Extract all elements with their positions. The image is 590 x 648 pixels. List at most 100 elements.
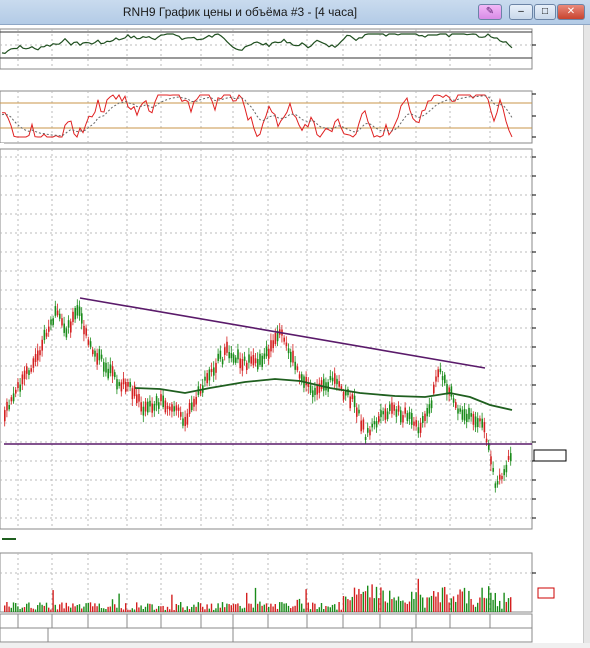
close-icon[interactable]: ✕: [557, 4, 585, 20]
candle-body: [129, 382, 131, 388]
candle-body: [496, 481, 499, 485]
volume-bar: [477, 602, 479, 612]
volume-bar: [6, 602, 8, 612]
candle-body: [32, 358, 35, 368]
candle-body: [118, 382, 120, 386]
volume-bar: [65, 602, 67, 612]
volume-bar: [488, 586, 490, 612]
vertical-scrollbar[interactable]: [583, 25, 590, 643]
volume-bar: [303, 608, 305, 612]
volume-bar: [364, 591, 367, 612]
candle-body: [39, 350, 41, 356]
pin-icon[interactable]: ✎: [478, 4, 502, 20]
volume-bar: [107, 606, 109, 612]
candle-body: [415, 420, 417, 427]
volume-bar: [19, 609, 21, 612]
candle-body: [195, 396, 197, 405]
candle-body: [441, 376, 444, 381]
candle-body: [85, 328, 87, 336]
candle-body: [474, 416, 477, 428]
volume-bar: [153, 609, 155, 612]
volume-bar: [114, 604, 116, 612]
candle-body: [470, 413, 472, 417]
volume-bar: [136, 602, 138, 612]
maximize-icon[interactable]: □: [534, 4, 556, 20]
candle-body: [492, 468, 494, 472]
candle-body: [292, 350, 294, 363]
candle-body: [92, 349, 94, 355]
candle-body: [351, 394, 354, 400]
candle-body: [138, 394, 140, 402]
candle-body: [213, 367, 215, 376]
volume-bar: [94, 603, 96, 612]
chart-canvas[interactable]: [0, 25, 583, 643]
volume-bar: [494, 592, 496, 612]
volume-bar: [358, 588, 360, 612]
candle-body: [12, 393, 15, 402]
volume-bar: [85, 603, 87, 612]
volume-bar: [96, 606, 98, 612]
volume-bar: [285, 603, 287, 612]
volume-bar: [162, 605, 164, 612]
volume-bar: [342, 595, 345, 612]
candle-body: [83, 325, 85, 335]
volume-bar: [301, 603, 303, 612]
volume-bar: [138, 607, 140, 612]
volume-bar: [446, 594, 448, 612]
volume-bar: [389, 590, 391, 612]
volume-bar: [287, 605, 290, 612]
candle-body: [193, 398, 195, 407]
candle-body: [485, 438, 488, 443]
volume-bar: [380, 587, 382, 612]
volume-bar: [259, 601, 261, 612]
candle-body: [228, 351, 230, 359]
volume-bar: [507, 598, 510, 612]
volume-bar: [120, 608, 122, 612]
volume-bar: [356, 594, 358, 612]
candle-body: [19, 384, 21, 392]
candle-body: [180, 412, 182, 417]
candle-body: [287, 348, 290, 354]
candle-body: [208, 369, 211, 381]
volume-bar: [367, 585, 369, 612]
volume-bar: [452, 596, 455, 612]
volume-bar: [472, 604, 474, 612]
volume-bar: [15, 603, 17, 612]
minimize-icon[interactable]: –: [509, 4, 533, 20]
volume-bar: [325, 605, 327, 612]
volume-bar: [41, 604, 43, 612]
candle-body: [230, 352, 233, 359]
volume-bar: [26, 603, 28, 612]
volume-bar: [129, 609, 131, 612]
candle-body: [369, 429, 371, 436]
volume-bar: [281, 602, 283, 612]
volume-bar: [219, 607, 221, 612]
candle-body: [329, 375, 332, 380]
candle-body: [204, 376, 206, 381]
volume-bar: [437, 592, 439, 612]
candle-body: [477, 418, 479, 428]
volume-bar: [39, 602, 41, 612]
volume-bar: [276, 608, 279, 612]
candle-body: [17, 382, 19, 389]
volume-bar: [37, 605, 39, 612]
candle-body: [246, 362, 248, 370]
volume-bar: [393, 597, 395, 612]
candle-body: [4, 410, 6, 422]
candle-body: [320, 380, 323, 389]
candle-body: [127, 382, 129, 387]
candle-body: [109, 364, 112, 374]
candle-body: [294, 361, 296, 370]
volume-bar: [419, 594, 422, 612]
candle-body: [439, 368, 442, 373]
volume-bar: [237, 603, 239, 612]
volume-bar: [12, 602, 15, 612]
volume-bar: [362, 591, 364, 612]
candle-body: [362, 419, 365, 430]
candle-body: [283, 337, 285, 342]
candle-body: [243, 356, 246, 361]
volume-bar: [316, 609, 318, 612]
candle-body: [224, 347, 226, 355]
volume-bar: [63, 608, 65, 612]
volume-bar: [400, 601, 402, 612]
